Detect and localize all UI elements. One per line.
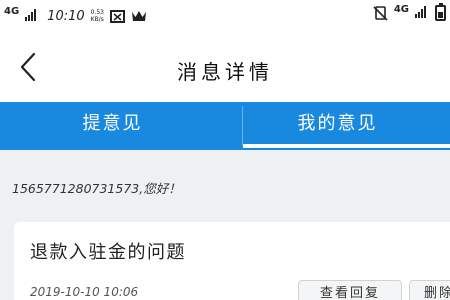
net-speed-value: 0.53 <box>90 9 104 16</box>
network-type-left: 4G <box>4 6 20 17</box>
battery-icon <box>435 3 446 21</box>
tab-divider <box>242 106 243 146</box>
active-tab-indicator <box>243 144 450 148</box>
feedback-title: 退款入驻金的问题 <box>30 242 186 263</box>
net-speed-unit: KB/s <box>90 16 104 23</box>
status-time: 10:10 <box>47 8 85 24</box>
feedback-date: 2019-10-10 10:06 <box>30 285 139 299</box>
status-bar: 4G 10:10 0.53 KB/s 4G <box>0 0 450 32</box>
view-reply-button[interactable]: 查看回复 <box>298 280 402 300</box>
signal-icon <box>415 6 429 20</box>
signal-icon <box>25 9 39 23</box>
screenshot-icon <box>110 9 125 24</box>
mute-icon <box>373 5 388 21</box>
network-type-right: 4G <box>393 4 409 15</box>
tab-give-feedback[interactable]: 提意见 <box>0 102 225 150</box>
page-title: 消息详情 <box>177 60 273 84</box>
header: 消息详情 <box>0 32 450 102</box>
delete-button[interactable]: 删除 <box>409 280 450 300</box>
crown-icon <box>131 9 146 24</box>
tab-my-feedback[interactable]: 我的意见 <box>225 102 450 150</box>
tab-bar: 提意见 我的意见 <box>0 102 450 150</box>
net-speed: 0.53 KB/s <box>91 9 104 23</box>
greeting-text: 15657712807315­73,您好！ <box>12 181 181 196</box>
